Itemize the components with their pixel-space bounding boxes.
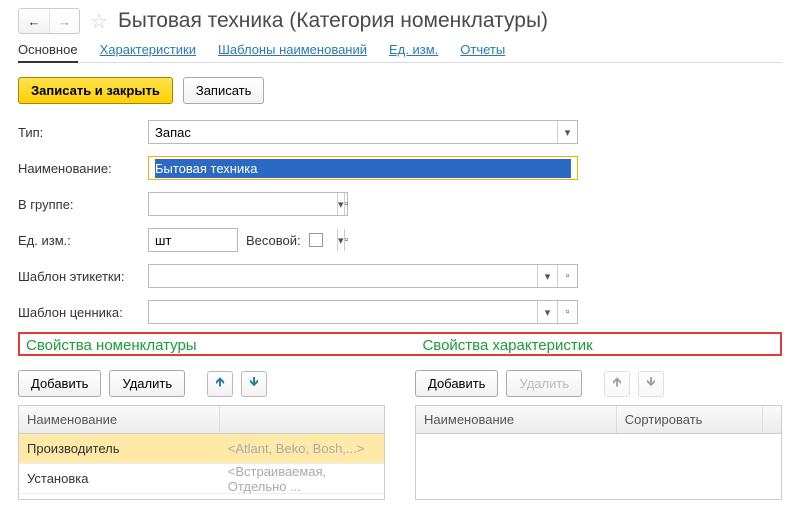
group-label: В группе:: [18, 197, 148, 212]
move-down-button-left[interactable]: 🡻: [241, 371, 267, 397]
unit-label: Ед. изм.:: [18, 233, 148, 248]
name-input[interactable]: Бытовая техника: [155, 159, 571, 178]
props-right-grid[interactable]: Наименование Сортировать: [415, 405, 782, 500]
col-header-name-right[interactable]: Наименование: [416, 406, 617, 433]
cell-hint: <Atlant, Beko, Bosh,...>: [220, 441, 384, 456]
add-button-right[interactable]: Добавить: [415, 370, 498, 397]
move-up-button-left[interactable]: 🡹: [207, 371, 233, 397]
move-up-button-right[interactable]: 🡹: [604, 371, 630, 397]
weight-checkbox[interactable]: [309, 233, 323, 247]
props-left-grid[interactable]: Наименование Производитель <Atlant, Beko…: [18, 405, 385, 500]
nav-back-button[interactable]: ←: [19, 9, 49, 33]
save-button[interactable]: Записать: [183, 77, 265, 104]
group-input[interactable]: [149, 193, 337, 215]
type-select[interactable]: ▾: [148, 120, 578, 144]
open-icon[interactable]: ▫: [344, 193, 349, 215]
arrow-up-icon: 🡹: [215, 373, 224, 395]
col-header-sort-right[interactable]: Сортировать: [617, 406, 763, 433]
tab-reports[interactable]: Отчеты: [460, 42, 505, 61]
move-down-button-right[interactable]: 🡻: [638, 371, 664, 397]
page-title: Бытовая техника (Категория номенклатуры): [118, 9, 548, 33]
type-input[interactable]: [149, 121, 557, 143]
weight-label: Весовой:: [246, 233, 301, 248]
dropdown-icon[interactable]: ▾: [537, 265, 557, 287]
props-right-title: Свойства характеристик: [422, 337, 774, 354]
tab-bar: Основное Характеристики Шаблоны наименов…: [18, 42, 782, 63]
dropdown-icon[interactable]: ▾: [537, 301, 557, 323]
delete-button-left[interactable]: Удалить: [109, 370, 185, 397]
save-and-close-button[interactable]: Записать и закрыть: [18, 77, 173, 104]
cell-name: Производитель: [19, 441, 220, 456]
name-field[interactable]: Бытовая техника: [148, 156, 578, 180]
price-template-field[interactable]: ▾ ▫: [148, 300, 578, 324]
col-header-name-left[interactable]: Наименование: [19, 406, 220, 433]
favorite-star-icon[interactable]: ☆: [90, 9, 108, 34]
delete-button-right[interactable]: Удалить: [506, 370, 582, 397]
arrow-right-icon: →: [58, 14, 71, 29]
table-row[interactable]: Производитель <Atlant, Beko, Bosh,...>: [19, 434, 384, 464]
cell-hint: <Встраиваемая, Отдельно ...: [220, 464, 384, 494]
arrow-down-icon: 🡻: [646, 373, 655, 395]
group-field[interactable]: ▾ ▫: [148, 192, 348, 216]
dropdown-icon[interactable]: ▾: [557, 121, 577, 143]
label-template-field[interactable]: ▾ ▫: [148, 264, 578, 288]
add-button-left[interactable]: Добавить: [18, 370, 101, 397]
unit-field[interactable]: ▾ ▫: [148, 228, 238, 252]
arrow-up-icon: 🡹: [612, 373, 621, 395]
props-left-title: Свойства номенклатуры: [26, 337, 422, 354]
open-icon[interactable]: ▫: [557, 265, 577, 287]
tab-main[interactable]: Основное: [18, 42, 78, 63]
cell-name: Установка: [19, 471, 220, 486]
table-row[interactable]: Установка <Встраиваемая, Отдельно ...: [19, 464, 384, 494]
name-label: Наименование:: [18, 161, 148, 176]
tab-name-templates[interactable]: Шаблоны наименований: [218, 42, 367, 61]
price-template-label: Шаблон ценника:: [18, 305, 148, 320]
tab-characteristics[interactable]: Характеристики: [100, 42, 196, 61]
tab-units[interactable]: Ед. изм.: [389, 42, 438, 61]
label-template-input[interactable]: [149, 265, 537, 287]
arrow-down-icon: 🡻: [249, 373, 258, 395]
type-label: Тип:: [18, 125, 148, 140]
label-template-label: Шаблон этикетки:: [18, 269, 148, 284]
open-icon[interactable]: ▫: [344, 229, 349, 251]
price-template-input[interactable]: [149, 301, 537, 323]
arrow-left-icon: ←: [28, 14, 41, 29]
nav-forward-button[interactable]: →: [49, 9, 79, 33]
open-icon[interactable]: ▫: [557, 301, 577, 323]
